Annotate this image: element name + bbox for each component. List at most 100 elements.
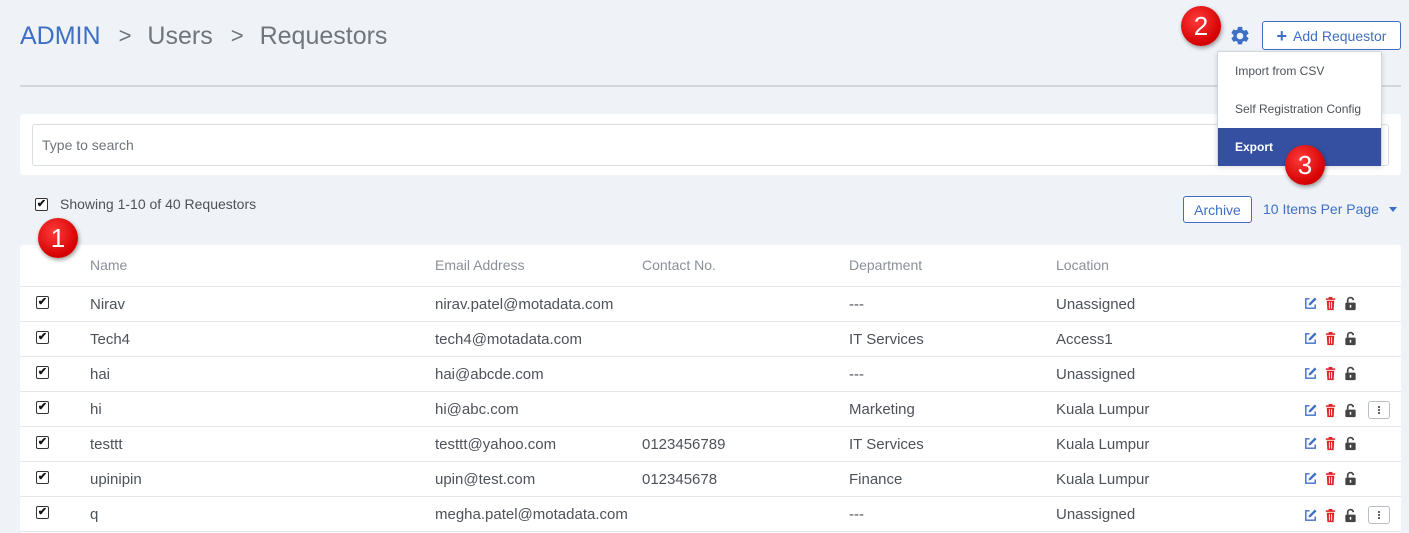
unlock-icon[interactable] (1343, 508, 1358, 523)
breadcrumb-separator: > (118, 23, 132, 48)
edit-icon[interactable] (1303, 296, 1318, 311)
trash-icon[interactable] (1323, 471, 1338, 486)
trash-icon[interactable] (1323, 508, 1338, 523)
table-row[interactable]: ✔ upinipin upin@test.com 012345678 Finance Ku… (20, 462, 1401, 497)
cell-location: Unassigned (1056, 366, 1136, 383)
add-requestor-button[interactable]: + Add Requestor (1262, 21, 1401, 50)
row-actions (1303, 401, 1390, 419)
table-row[interactable]: ✔ q megha.patel@motadata.com --- Unassigned (20, 497, 1401, 532)
row-checkbox[interactable]: ✔ (36, 296, 49, 309)
plus-icon: + (1276, 25, 1288, 46)
cell-name: upinipin (90, 471, 142, 488)
cell-location: Kuala Lumpur (1056, 436, 1150, 453)
column-header-contact[interactable]: Contact No. (642, 257, 716, 273)
menu-item-import-csv[interactable]: Import from CSV (1218, 52, 1381, 90)
breadcrumb-users-link[interactable]: Users (147, 22, 212, 51)
search-input[interactable] (32, 124, 1389, 166)
edit-icon[interactable] (1303, 403, 1318, 418)
table-header: Name Email Address Contact No. Departmen… (20, 245, 1401, 287)
cell-name: hi (90, 401, 102, 418)
row-checkbox[interactable]: ✔ (36, 471, 49, 484)
cell-email: nirav.patel@motadata.com (435, 296, 614, 313)
cell-location: Kuala Lumpur (1056, 401, 1150, 418)
column-header-name[interactable]: Name (90, 257, 127, 273)
edit-icon[interactable] (1303, 436, 1318, 451)
cell-email: tech4@motadata.com (435, 331, 582, 348)
row-checkbox[interactable]: ✔ (36, 436, 49, 449)
cell-contact: 012345678 (642, 471, 718, 488)
unlock-icon[interactable] (1343, 436, 1358, 451)
callout-badge-3: 3 (1285, 145, 1325, 185)
column-header-department[interactable]: Department (849, 257, 922, 273)
edit-icon[interactable] (1303, 508, 1318, 523)
menu-item-self-registration-config[interactable]: Self Registration Config (1218, 90, 1381, 128)
cell-contact: 0123456789 (642, 436, 726, 453)
items-per-page-select[interactable]: 10 Items Per Page (1263, 201, 1397, 217)
cell-department: IT Services (849, 436, 924, 453)
cell-location: Unassigned (1056, 506, 1136, 523)
chevron-down-icon (1388, 206, 1397, 212)
column-header-location[interactable]: Location (1056, 257, 1109, 273)
cell-name: q (90, 506, 99, 523)
cell-department: --- (849, 296, 864, 313)
trash-icon[interactable] (1323, 331, 1338, 346)
trash-icon[interactable] (1323, 403, 1338, 418)
more-vertical-icon[interactable] (1368, 401, 1390, 419)
row-checkbox[interactable]: ✔ (36, 366, 49, 379)
cell-location: Access1 (1056, 331, 1113, 348)
row-actions (1303, 506, 1390, 524)
table-row[interactable]: ✔ Nirav nirav.patel@motadata.com --- Unassig… (20, 287, 1401, 322)
row-checkbox[interactable]: ✔ (36, 401, 49, 414)
add-requestor-label: Add Requestor (1293, 27, 1387, 44)
more-vertical-icon[interactable] (1368, 506, 1390, 524)
row-actions (1303, 296, 1358, 311)
table-row[interactable]: ✔ hai hai@abcde.com --- Unassigned (20, 357, 1401, 392)
breadcrumb-separator: > (230, 23, 244, 48)
unlock-icon[interactable] (1343, 366, 1358, 381)
cell-department: Marketing (849, 401, 915, 418)
showing-count-text: Showing 1-10 of 40 Requestors (60, 196, 257, 212)
table-body: ✔ Nirav nirav.patel@motadata.com --- Unassig… (20, 287, 1401, 532)
edit-icon[interactable] (1303, 366, 1318, 381)
callout-badge-2: 2 (1181, 6, 1221, 46)
archive-button[interactable]: Archive (1183, 196, 1252, 223)
row-checkbox[interactable]: ✔ (36, 506, 49, 519)
row-actions (1303, 331, 1358, 346)
breadcrumb-admin-link[interactable]: ADMIN (20, 22, 101, 51)
page-title: Requestors (259, 21, 388, 50)
cell-department: --- (849, 366, 864, 383)
cell-name: Tech4 (90, 331, 131, 348)
cell-email: hai@abcde.com (435, 366, 544, 383)
cell-email: testtt@yahoo.com (435, 436, 557, 453)
unlock-icon[interactable] (1343, 471, 1358, 486)
items-per-page-label: 10 Items Per Page (1263, 201, 1379, 217)
table-row[interactable]: ✔ Tech4 tech4@motadata.com IT Services Acces… (20, 322, 1401, 357)
table-row[interactable]: ✔ testtt testtt@yahoo.com 0123456789 IT Serv… (20, 427, 1401, 462)
trash-icon[interactable] (1323, 436, 1338, 451)
header-divider (20, 85, 1401, 87)
cell-department: --- (849, 506, 864, 523)
unlock-icon[interactable] (1343, 296, 1358, 311)
gear-icon[interactable] (1229, 25, 1251, 47)
table-row[interactable]: ✔ hi hi@abc.com Marketing Kuala Lumpur (20, 392, 1401, 427)
row-actions (1303, 366, 1358, 381)
cell-location: Unassigned (1056, 296, 1136, 313)
trash-icon[interactable] (1323, 296, 1338, 311)
row-actions (1303, 471, 1358, 486)
row-checkbox[interactable]: ✔ (36, 331, 49, 344)
cell-email: hi@abc.com (435, 401, 519, 418)
search-card (20, 114, 1401, 175)
edit-icon[interactable] (1303, 331, 1318, 346)
select-all-checkbox[interactable]: ✔ (35, 197, 48, 211)
cell-location: Kuala Lumpur (1056, 471, 1150, 488)
cell-department: Finance (849, 471, 903, 488)
edit-icon[interactable] (1303, 471, 1318, 486)
unlock-icon[interactable] (1343, 331, 1358, 346)
cell-email: megha.patel@motadata.com (435, 506, 628, 523)
row-actions (1303, 436, 1358, 451)
column-header-email[interactable]: Email Address (435, 257, 524, 273)
cell-department: IT Services (849, 331, 924, 348)
unlock-icon[interactable] (1343, 403, 1358, 418)
trash-icon[interactable] (1323, 366, 1338, 381)
callout-badge-1: 1 (38, 218, 78, 258)
